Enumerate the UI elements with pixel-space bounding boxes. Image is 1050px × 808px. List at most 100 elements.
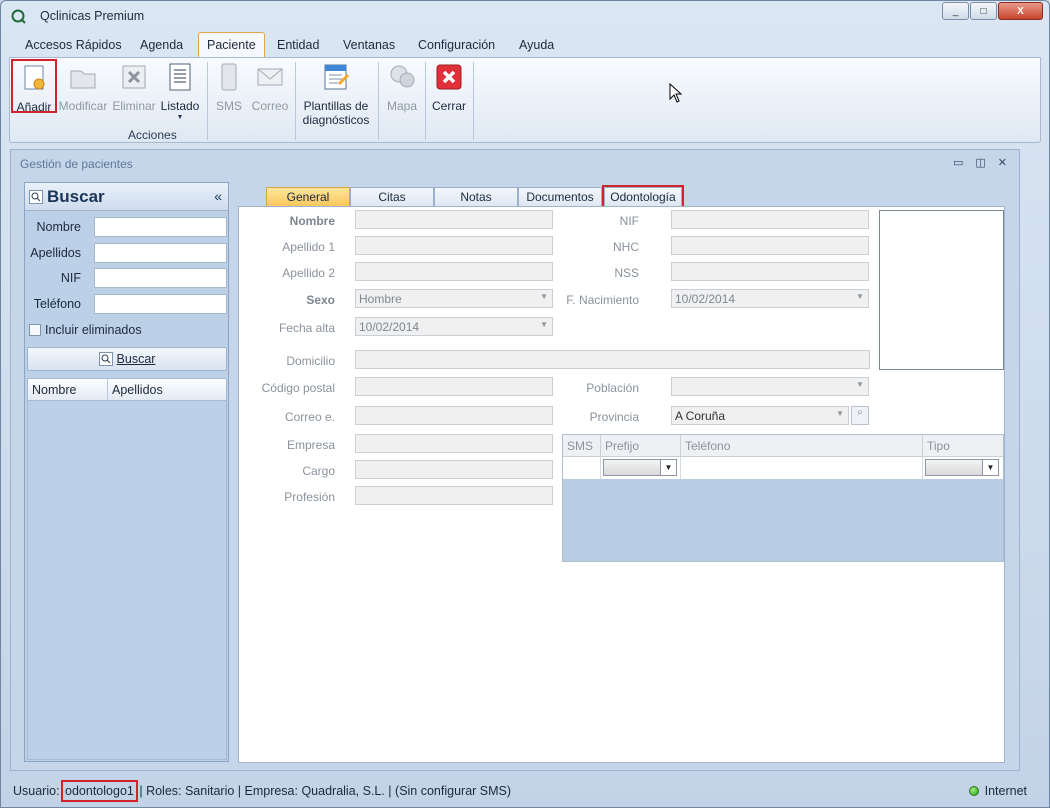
- search-panel-title: Buscar: [47, 187, 105, 206]
- group-label-acciones: Acciones: [128, 128, 177, 142]
- column-header-prefijo[interactable]: Prefijo: [601, 435, 681, 456]
- ribbon-tabs: Accesos Rápidos Agenda Paciente Entidad …: [9, 31, 1041, 58]
- fecha-alta-picker[interactable]: 10/02/2014 ▼: [355, 317, 553, 336]
- tab-entidad[interactable]: Entidad: [271, 35, 325, 55]
- list-button[interactable]: Listado ▼: [157, 62, 203, 121]
- results-grid: Nombre Apellidos: [27, 378, 227, 760]
- tab-accesos-rapidos[interactable]: Accesos Rápidos: [19, 35, 128, 55]
- tab-notas[interactable]: Notas: [434, 187, 518, 206]
- nombre-field[interactable]: [355, 210, 553, 229]
- child-window-title: Gestión de pacientes: [20, 157, 133, 171]
- status-bar: Usuario: odontologo1 | Roles: Sanitario …: [9, 779, 1041, 803]
- apellido1-label: Apellido 1: [282, 240, 335, 254]
- patient-photo[interactable]: [879, 210, 1004, 370]
- poblacion-select[interactable]: ▼: [671, 377, 869, 396]
- profesion-field[interactable]: [355, 486, 553, 505]
- sexo-value: Hombre: [359, 292, 402, 306]
- cargo-label: Cargo: [302, 464, 335, 478]
- tab-general[interactable]: General: [266, 187, 350, 206]
- tab-configuracion[interactable]: Configuración: [412, 35, 501, 55]
- sms-button[interactable]: SMS: [210, 62, 248, 113]
- status-info: | Roles: Sanitario | Empresa: Quadralia,…: [139, 784, 512, 798]
- nss-field[interactable]: [671, 262, 869, 281]
- empresa-field[interactable]: [355, 434, 553, 453]
- apellido2-label: Apellido 2: [282, 266, 335, 280]
- app-window: Qclinicas Premium _ □ X Accesos Rápidos …: [0, 0, 1050, 808]
- zone-label: Internet: [984, 784, 1027, 798]
- search-icon: [29, 190, 43, 204]
- ribbon-separator: [473, 62, 474, 140]
- tab-citas[interactable]: Citas: [350, 187, 434, 206]
- mail-icon: [257, 68, 283, 86]
- dropdown-arrow-icon: ▼: [176, 114, 184, 121]
- tab-documentos[interactable]: Documentos: [518, 187, 602, 206]
- modify-button[interactable]: Modificar: [57, 62, 109, 113]
- delete-icon: [122, 65, 146, 89]
- codigo-postal-field[interactable]: [355, 377, 553, 396]
- column-header-nombre[interactable]: Nombre: [28, 379, 108, 400]
- child-minimize-icon[interactable]: ▭: [953, 156, 963, 169]
- type-dropdown[interactable]: ▼: [925, 459, 999, 476]
- collapse-icon[interactable]: «: [214, 188, 222, 204]
- provincia-search-icon[interactable]: ⌕: [851, 406, 869, 425]
- domicilio-field[interactable]: [355, 350, 870, 369]
- column-header-apellidos[interactable]: Apellidos: [108, 379, 226, 400]
- chevron-down-icon: ▼: [540, 320, 548, 329]
- diagnosis-templates-button[interactable]: Plantillas de diagnósticos: [300, 62, 372, 127]
- maximize-button[interactable]: □: [970, 2, 997, 20]
- f-nacimiento-label: F. Nacimiento: [566, 293, 639, 307]
- title-bar: Qclinicas Premium _ □ X: [1, 1, 1049, 31]
- cargo-field[interactable]: [355, 460, 553, 479]
- mouse-cursor-icon: [669, 83, 683, 103]
- general-form: Nombre Apellido 1 Apellido 2 Sexo Hombre…: [238, 206, 1005, 763]
- minimize-button[interactable]: _: [942, 2, 969, 20]
- apellidos-label: Apellidos: [30, 246, 81, 260]
- correo-field[interactable]: [355, 406, 553, 425]
- column-header-telefono[interactable]: Teléfono: [681, 435, 923, 456]
- type-cell[interactable]: ▼: [923, 457, 1003, 479]
- delete-button[interactable]: Eliminar: [111, 62, 157, 113]
- provincia-value: A Coruña: [675, 409, 726, 423]
- fecha-alta-value: 10/02/2014: [359, 320, 420, 334]
- chevron-down-icon: ▼: [836, 409, 844, 418]
- map-button[interactable]: Mapa: [382, 62, 422, 113]
- search-panel: Buscar « Nombre Apellidos NIF Teléfono I…: [24, 182, 229, 762]
- tab-ventanas[interactable]: Ventanas: [337, 35, 401, 55]
- nhc-field[interactable]: [671, 236, 869, 255]
- provincia-select[interactable]: A Coruña ▼: [671, 406, 849, 425]
- nif-field[interactable]: [671, 210, 869, 229]
- prefix-dropdown[interactable]: ▼: [603, 459, 677, 476]
- telefono-input[interactable]: [94, 294, 227, 314]
- tab-odontologia[interactable]: Odontología: [602, 185, 684, 208]
- nombre-field-label: Nombre: [289, 214, 335, 228]
- telefono-label: Teléfono: [33, 297, 81, 311]
- child-close-icon[interactable]: ✕: [998, 156, 1007, 169]
- close-window-button[interactable]: X: [998, 2, 1043, 20]
- nombre-input[interactable]: [94, 217, 227, 237]
- close-button[interactable]: Cerrar: [429, 62, 469, 113]
- tab-ayuda[interactable]: Ayuda: [513, 35, 560, 55]
- add-patient-button[interactable]: Añadir: [11, 59, 57, 114]
- chevron-down-icon: ▼: [982, 460, 998, 475]
- apellidos-input[interactable]: [94, 243, 227, 263]
- domicilio-label: Domicilio: [286, 354, 335, 368]
- column-header-tipo[interactable]: Tipo: [923, 435, 1003, 456]
- include-deleted-checkbox[interactable]: Incluir eliminados: [29, 323, 142, 337]
- phone-cell[interactable]: [681, 457, 923, 479]
- nif-input[interactable]: [94, 268, 227, 288]
- column-header-sms[interactable]: SMS: [563, 435, 601, 456]
- tab-paciente[interactable]: Paciente: [198, 32, 265, 58]
- apellido1-field[interactable]: [355, 236, 553, 255]
- apellido2-field[interactable]: [355, 262, 553, 281]
- username: odontologo1: [61, 780, 138, 802]
- tab-agenda[interactable]: Agenda: [134, 35, 189, 55]
- mail-button[interactable]: Correo: [250, 62, 290, 113]
- nss-label: NSS: [614, 266, 639, 280]
- prefix-cell[interactable]: ▼: [601, 457, 681, 479]
- sexo-select[interactable]: Hombre ▼: [355, 289, 553, 308]
- checkbox-box[interactable]: [29, 324, 41, 336]
- child-restore-icon[interactable]: ◫: [975, 156, 985, 169]
- f-nacimiento-picker[interactable]: 10/02/2014 ▼: [671, 289, 869, 308]
- search-button[interactable]: Buscar: [27, 347, 227, 371]
- sms-cell[interactable]: [563, 457, 601, 479]
